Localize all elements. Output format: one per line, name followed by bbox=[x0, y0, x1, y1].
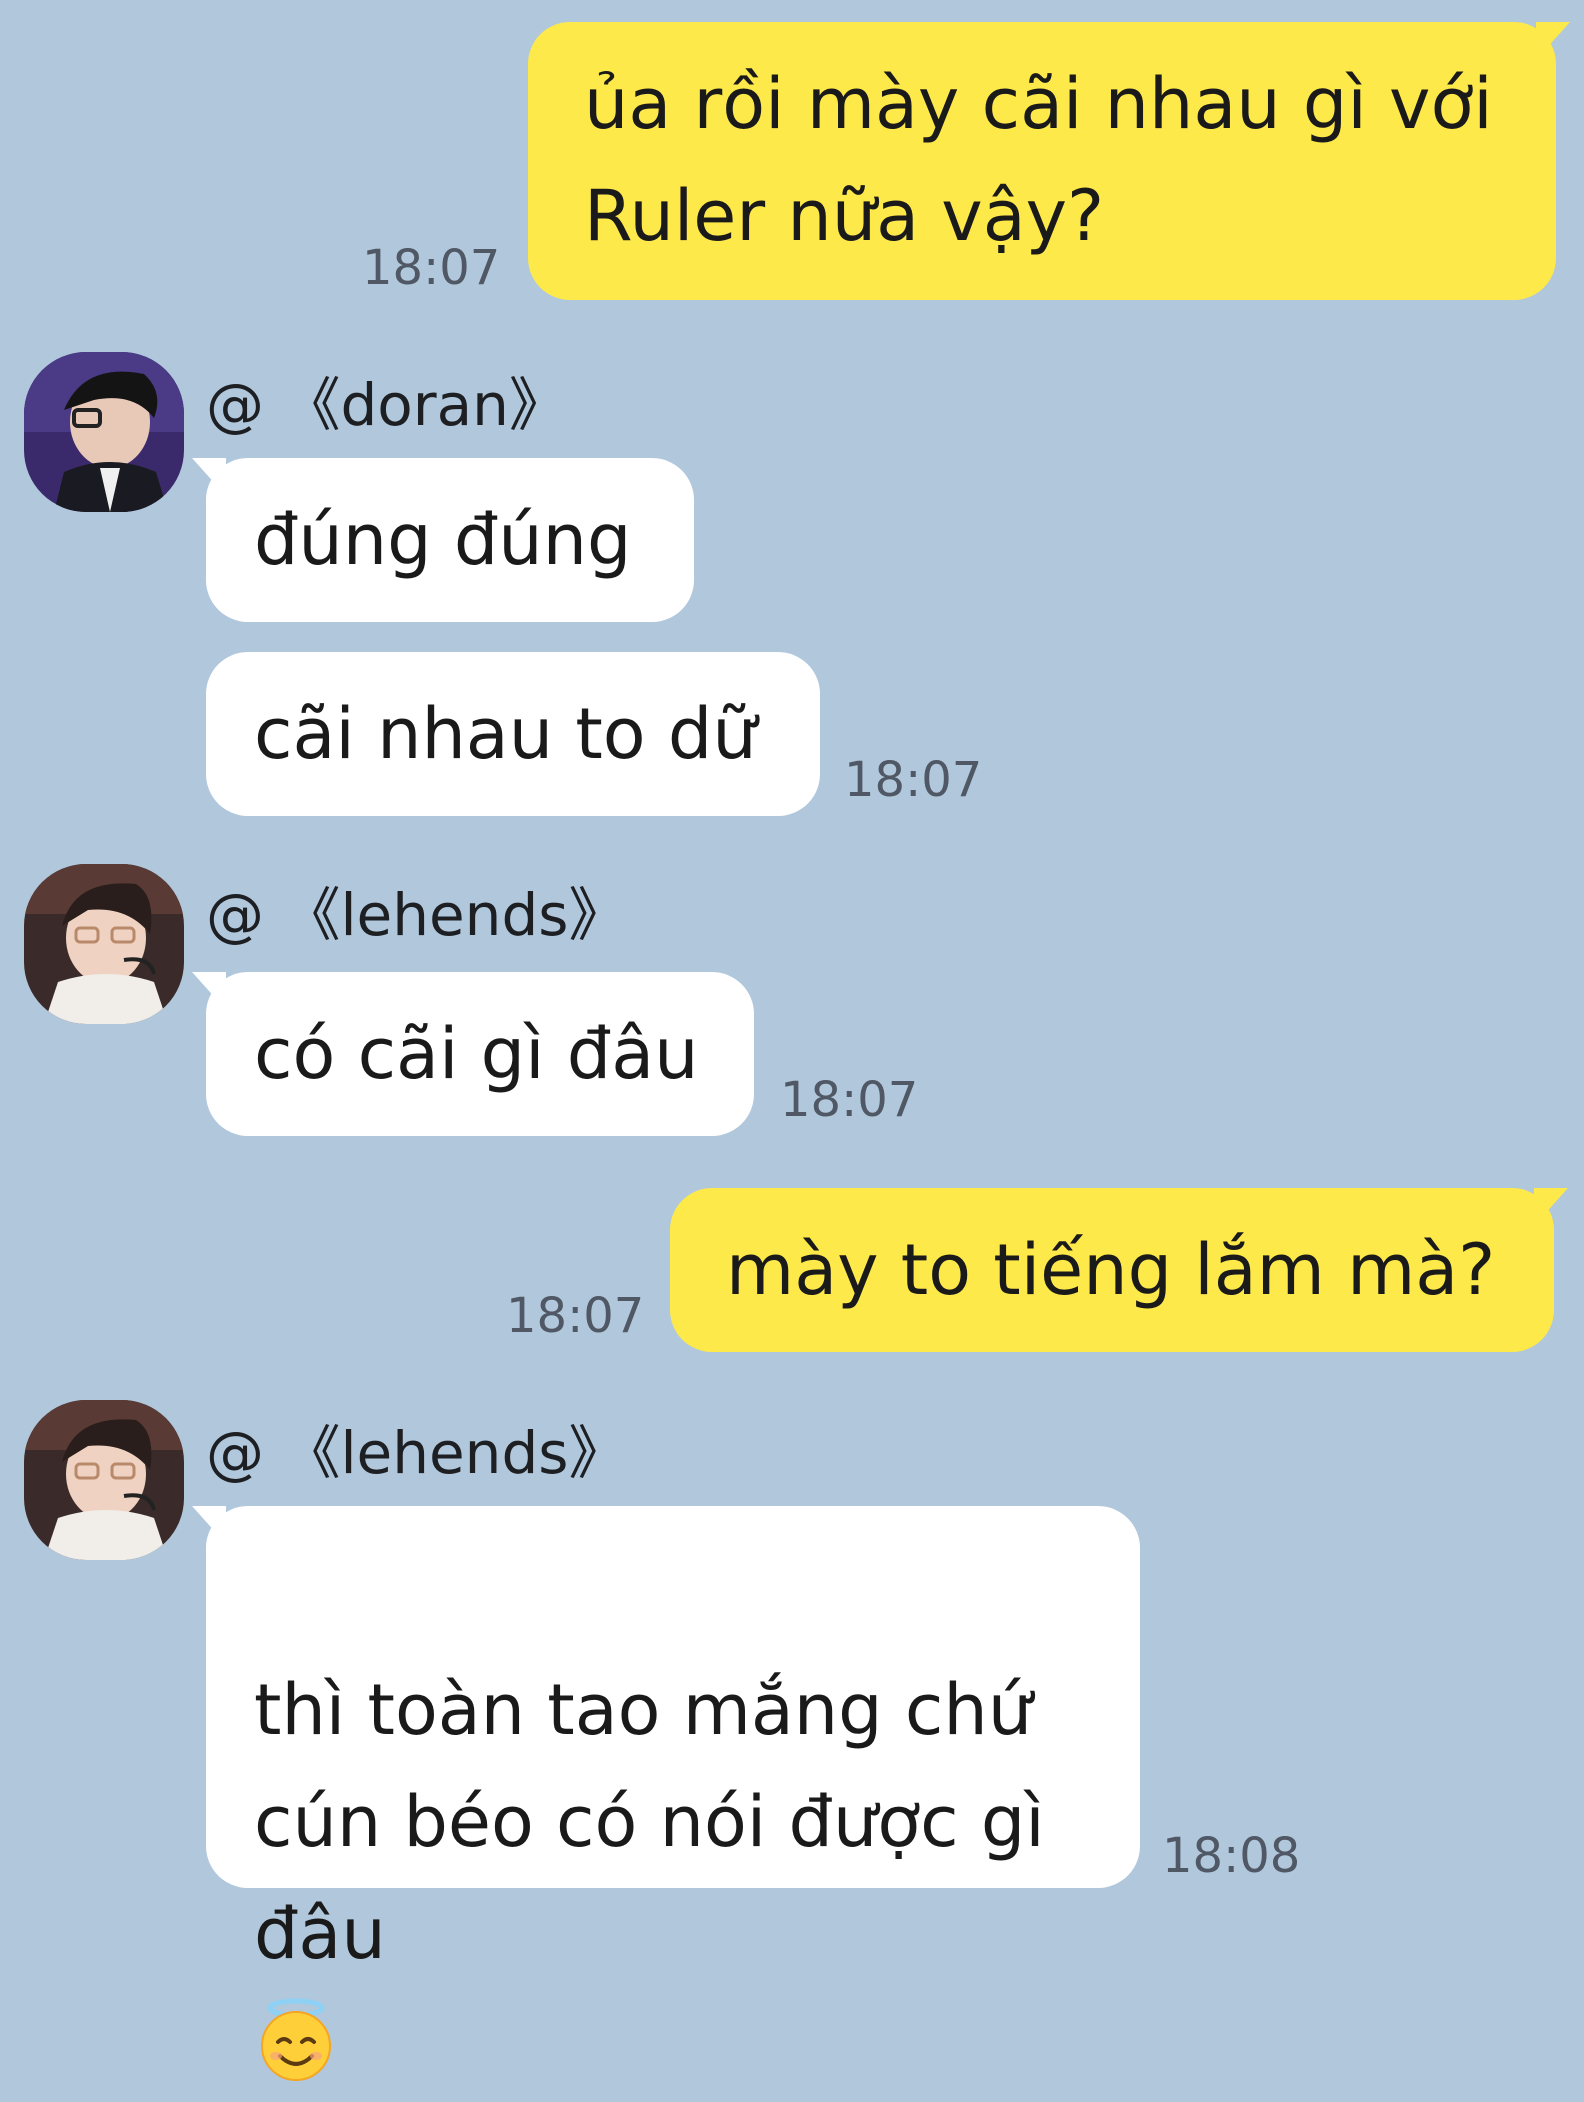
lehends-avatar-icon bbox=[24, 1400, 184, 1560]
message-timestamp: 18:07 bbox=[844, 752, 983, 808]
sender-name: @ 《lehends》 bbox=[206, 880, 626, 950]
doran-avatar-icon bbox=[24, 352, 184, 512]
message-bubble-incoming[interactable]: đúng đúng bbox=[192, 458, 694, 622]
sender-name-text: 《lehends》 bbox=[282, 1419, 627, 1487]
sender-name: @ 《doran》 bbox=[206, 370, 567, 440]
message-bubble-outgoing[interactable]: ủa rồi mày cãi nhau gì với Ruler nữa vậy… bbox=[528, 22, 1570, 300]
sender-name: @ 《lehends》 bbox=[206, 1418, 626, 1488]
chat-view: ủa rồi mày cãi nhau gì với Ruler nữa vậy… bbox=[0, 0, 1584, 2081]
message-timestamp: 18:08 bbox=[1162, 1828, 1301, 1884]
message-timestamp: 18:07 bbox=[780, 1072, 919, 1128]
lehends-avatar-icon bbox=[24, 864, 184, 1024]
avatar-doran[interactable] bbox=[24, 352, 184, 512]
smiling-face-with-halo-icon bbox=[261, 1998, 331, 2081]
message-bubble-incoming[interactable]: thì toàn tao mắng chứ cún béo có nói đượ… bbox=[192, 1506, 1140, 2081]
message-timestamp: 18:07 bbox=[506, 1288, 645, 1344]
mention-at: @ bbox=[206, 1419, 264, 1487]
message-bubble-incoming[interactable]: có cãi gì đâu bbox=[192, 972, 754, 1136]
mention-at: @ bbox=[206, 371, 264, 439]
avatar-lehends[interactable] bbox=[24, 1400, 184, 1560]
message-bubble-outgoing[interactable]: mày to tiếng lắm mà? bbox=[670, 1188, 1568, 1352]
sender-name-text: 《doran》 bbox=[282, 371, 567, 439]
message-timestamp: 18:07 bbox=[362, 240, 501, 296]
sender-name-text: 《lehends》 bbox=[282, 881, 627, 949]
mention-at: @ bbox=[206, 881, 264, 949]
message-bubble-incoming[interactable]: cãi nhau to dữ bbox=[206, 652, 820, 816]
message-text: thì toàn tao mắng chứ cún béo có nói đượ… bbox=[254, 1669, 1045, 1975]
avatar-lehends[interactable] bbox=[24, 864, 184, 1024]
